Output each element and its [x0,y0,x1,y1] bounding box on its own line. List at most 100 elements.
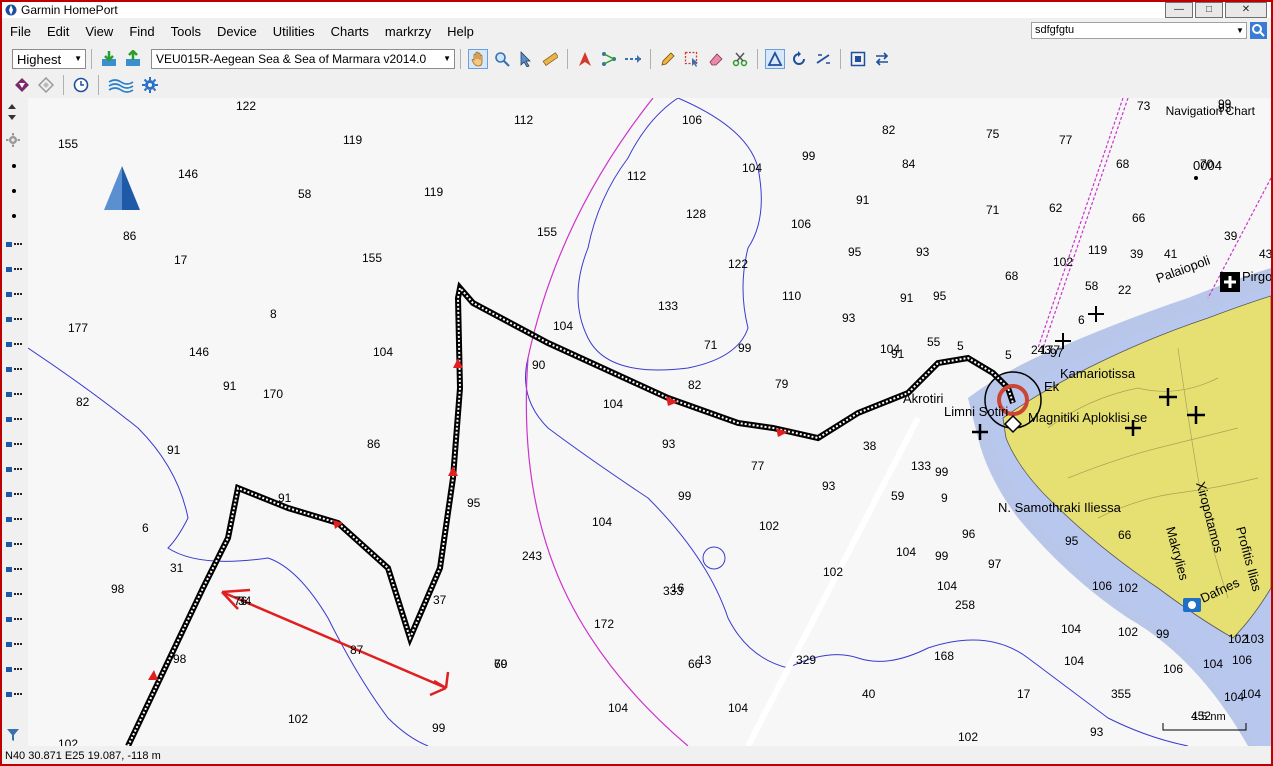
menu-help[interactable]: Help [439,24,482,39]
layer-toggle-icon[interactable] [6,563,22,575]
left-panel-strip [2,98,26,748]
menu-file[interactable]: File [2,24,39,39]
depth-sounding: 39 [1130,247,1144,261]
maximize-button[interactable]: □ [1195,2,1223,18]
import-icon[interactable] [99,49,119,69]
layer-toggle-icon[interactable] [6,413,22,425]
layer-toggle-icon[interactable] [6,513,22,525]
bullet-icon[interactable] [6,185,22,197]
depth-sounding: 329 [796,653,816,667]
depth-sounding: 70 [1200,157,1214,171]
triangle-tool-icon[interactable] [765,49,785,69]
depth-sounding: 82 [76,395,90,409]
layer-toggle-icon[interactable] [6,338,22,350]
layer-toggle-icon[interactable] [6,288,22,300]
depth-sounding: 102 [58,737,78,746]
pan-hand-icon[interactable] [468,49,488,69]
minimize-button[interactable]: — [1165,2,1193,18]
depth-sounding: 98 [111,582,125,596]
depth-sounding: 82 [688,378,702,392]
bullet-icon[interactable] [6,160,22,172]
depth-sounding: 79 [775,377,789,391]
fit-view-icon[interactable] [848,49,868,69]
layer-toggle-icon[interactable] [6,263,22,275]
menu-view[interactable]: View [77,24,121,39]
transfer-icon[interactable] [872,49,892,69]
toolbar-divider [567,49,568,69]
layer-toggle-icon[interactable] [6,688,22,700]
depth-sounding: 104 [373,345,393,359]
rotate-icon[interactable] [789,49,809,69]
search-icon[interactable] [1250,22,1267,39]
menu-find[interactable]: Find [121,24,162,39]
depth-sounding: 37 [433,593,447,607]
chart-select[interactable]: VEU015R-Aegean Sea & Sea of Marmara v201… [151,49,455,69]
detail-level-value: Highest [17,51,62,67]
measure-ruler-icon[interactable] [540,49,560,69]
depth-sounding: 133 [911,459,931,473]
sonar-waves-icon[interactable] [106,75,136,95]
layer-toggle-icon[interactable] [6,613,22,625]
main-toolbar: Highest ▼ VEU015R-Aegean Sea & Sea of Ma… [2,46,1271,72]
eraser-icon[interactable] [706,49,726,69]
layer-toggle-icon[interactable] [6,438,22,450]
depth-sounding: 102 [823,565,843,579]
menu-device[interactable]: Device [209,24,265,39]
layer-toggle-icon[interactable] [6,588,22,600]
layer-toggle-icon[interactable] [6,313,22,325]
chart-type-label: Navigation Chart [1165,104,1255,118]
filter-icon[interactable] [6,728,22,742]
waypoint-diamond-gray-icon[interactable] [36,75,56,95]
depth-sounding: 155 [58,137,78,151]
route-icon[interactable] [599,49,619,69]
scroll-arrows-icon[interactable] [6,102,22,122]
menu-charts[interactable]: Charts [323,24,377,39]
chevron-down-icon[interactable]: ▼ [1233,22,1247,39]
layer-toggle-icon[interactable] [6,663,22,675]
reverse-route-icon[interactable] [813,49,833,69]
layer-toggle-icon[interactable] [6,488,22,500]
depth-sounding: 77 [1059,133,1073,147]
bullet-icon[interactable] [6,210,22,222]
depth-sounding: 95 [467,496,481,510]
zoom-icon[interactable] [492,49,512,69]
nautical-chart[interactable]: 1.5 nm 0004 122112 10682 75 7773155 1199984 6… [28,98,1271,746]
layer-toggle-icon[interactable] [6,363,22,375]
waypoint-diamond-icon[interactable] [12,75,32,95]
export-icon[interactable] [123,49,143,69]
select-arrow-icon[interactable] [516,49,536,69]
depth-sounding: 38 [863,439,877,453]
close-button[interactable]: ✕ [1225,2,1267,18]
depth-sounding: 79 [494,657,508,671]
depth-sounding: 97 [988,557,1002,571]
search-input[interactable]: sdfgfgtu [1031,22,1247,39]
layer-toggle-icon[interactable] [6,463,22,475]
waypoint-flag-icon[interactable] [575,49,595,69]
depth-sounding: 76 [234,594,248,608]
detail-level-select[interactable]: Highest ▼ [12,49,86,69]
depth-sounding: 62 [1049,201,1063,215]
depth-sounding: 95 [933,289,947,303]
select-area-icon[interactable] [682,49,702,69]
layer-toggle-icon[interactable] [6,638,22,650]
depth-sounding: 122 [728,257,748,271]
layer-toggle-icon[interactable] [6,538,22,550]
depth-sounding: 177 [68,321,88,335]
layer-toggle-icon[interactable] [6,388,22,400]
chart-map-view[interactable]: 1.5 nm 0004 122 112 106 82 75 77 73 155 119 99 84 6… [28,98,1271,746]
gear-icon[interactable] [6,132,22,148]
menu-tools[interactable]: Tools [163,24,209,39]
edit-pencil-icon[interactable] [658,49,678,69]
depth-sounding: 104 [603,397,623,411]
depth-sounding: 97 [1050,346,1064,360]
menu-edit[interactable]: Edit [39,24,77,39]
track-icon[interactable] [623,49,643,69]
menu-utilities[interactable]: Utilities [265,24,323,39]
depth-sounding: 106 [682,113,702,127]
settings-gear-icon[interactable] [140,75,160,95]
clock-icon[interactable] [71,75,91,95]
layer-toggle-icon[interactable] [6,238,22,250]
menu-markrzy[interactable]: markrzy [377,24,439,39]
depth-sounding: 99 [738,341,752,355]
scissors-icon[interactable] [730,49,750,69]
